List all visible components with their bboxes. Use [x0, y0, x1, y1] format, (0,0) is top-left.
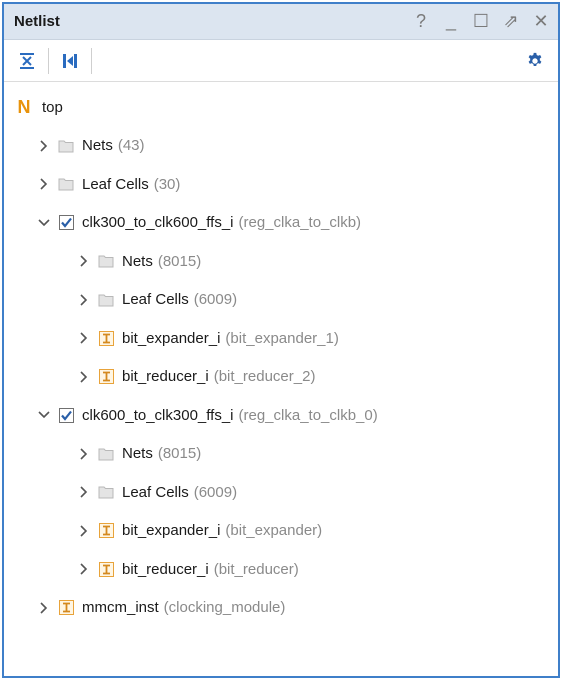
panel-title: Netlist [14, 13, 60, 30]
tree-item-label: clk600_to_clk300_ffs_i [82, 406, 234, 424]
tree-item[interactable]: clk300_to_clk600_ffs_i (reg_clka_to_clkb) [4, 204, 558, 243]
netlist-toolbar [4, 40, 558, 82]
tree-item-label: bit_expander_i [122, 329, 221, 347]
chevron-right-icon[interactable] [36, 600, 52, 616]
tree-item-detail: (bit_expander_1) [225, 329, 339, 347]
module-icon [98, 330, 114, 346]
module-icon [58, 600, 74, 616]
tree-item-label: Nets [122, 252, 153, 270]
tree-item[interactable]: mmcm_inst (clocking_module) [4, 589, 558, 628]
tree-item-label: Leaf Cells [122, 483, 189, 501]
folder-icon [98, 484, 114, 500]
tree-item-label: bit_reducer_i [122, 368, 209, 386]
tree-item[interactable]: bit_reducer_i (bit_reducer_2) [4, 358, 558, 397]
folder-icon [98, 253, 114, 269]
tree-item[interactable]: Leaf Cells (30) [4, 165, 558, 204]
folder-icon [58, 138, 74, 154]
top-module-icon: N [17, 96, 31, 117]
chevron-right-icon[interactable] [36, 176, 52, 192]
tree-item-detail: (43) [117, 137, 145, 155]
tree-item-label: Nets [122, 445, 153, 463]
collapse-all-icon [20, 52, 34, 69]
tree-item[interactable]: Nets (43) [4, 127, 558, 166]
chevron-right-icon[interactable] [76, 561, 92, 577]
tree-item-detail: (6009) [193, 291, 238, 309]
settings-button[interactable] [522, 48, 548, 74]
close-icon[interactable]: ✕ [532, 11, 550, 32]
folder-icon [98, 292, 114, 308]
tree-item-label: top [42, 98, 63, 116]
toolbar-separator [48, 47, 49, 74]
toolbar-separator [91, 47, 92, 74]
chevron-down-icon[interactable] [36, 215, 52, 231]
tree-item-detail: (6009) [193, 483, 238, 501]
chevron-right-icon[interactable] [76, 292, 92, 308]
help-icon[interactable]: ? [412, 11, 430, 32]
collapse-all-button[interactable] [14, 48, 40, 74]
tree-item[interactable]: bit_reducer_i (bit_reducer) [4, 550, 558, 589]
chevron-right-icon[interactable] [76, 330, 92, 346]
tree-item-label: Leaf Cells [82, 175, 149, 193]
tree-item[interactable]: clk600_to_clk300_ffs_i (reg_clka_to_clkb_… [4, 396, 558, 435]
folder-icon [58, 176, 74, 192]
tree-item-detail: (bit_reducer) [213, 560, 299, 578]
tree-item-detail: (clocking_module) [163, 599, 286, 617]
module-icon [98, 369, 114, 385]
chevron-right-icon[interactable] [76, 484, 92, 500]
chevron-down-icon[interactable] [36, 407, 52, 423]
window-controls: ? _ ☐ ⇗ ✕ [412, 11, 550, 32]
chevron-right-icon[interactable] [76, 523, 92, 539]
tree-item[interactable]: Nets (8015) [4, 242, 558, 281]
panel-titlebar: Netlist ? _ ☐ ⇗ ✕ [4, 4, 558, 40]
tree-item-detail: (bit_reducer_2) [213, 368, 316, 386]
chevron-right-icon[interactable] [36, 138, 52, 154]
tree-item[interactable]: Leaf Cells (6009) [4, 281, 558, 320]
tree-item-label: clk300_to_clk600_ffs_i [82, 214, 234, 232]
netlist-panel: Netlist ? _ ☐ ⇗ ✕ N top Nets (43) Leaf C… [2, 2, 560, 678]
tree-item[interactable]: bit_expander_i (bit_expander) [4, 512, 558, 551]
netlist-tree: N top Nets (43) Leaf Cells (30) clk300_to_cl… [4, 82, 558, 627]
tree-item-label: Leaf Cells [122, 291, 189, 309]
tree-item[interactable]: Leaf Cells (6009) [4, 473, 558, 512]
maximize-icon[interactable]: ☐ [472, 11, 490, 32]
tree-item-detail: (8015) [157, 252, 202, 270]
tree-item-detail: (8015) [157, 445, 202, 463]
tree-item[interactable]: Nets (8015) [4, 435, 558, 474]
tree-root-top[interactable]: N top [4, 88, 558, 127]
tree-item-detail: (30) [153, 175, 181, 193]
folder-icon [98, 446, 114, 462]
chevron-right-icon[interactable] [76, 369, 92, 385]
tree-item-detail: (bit_expander) [225, 522, 323, 540]
tree-item-label: bit_expander_i [122, 522, 221, 540]
tree-item-label: mmcm_inst [82, 599, 159, 617]
checkbox-icon[interactable] [58, 215, 74, 231]
module-icon [98, 561, 114, 577]
module-icon [98, 523, 114, 539]
checkbox-icon[interactable] [58, 407, 74, 423]
expand-all-button[interactable] [57, 48, 83, 74]
tree-item[interactable]: bit_expander_i (bit_expander_1) [4, 319, 558, 358]
float-icon[interactable]: ⇗ [502, 11, 520, 32]
chevron-right-icon[interactable] [76, 446, 92, 462]
tree-item-detail: (reg_clka_to_clkb_0) [238, 406, 378, 424]
tree-item-label: bit_reducer_i [122, 560, 209, 578]
chevron-right-icon[interactable] [76, 253, 92, 269]
tree-item-label: Nets [82, 137, 113, 155]
gear-icon [528, 52, 542, 66]
minimize-icon[interactable]: _ [442, 11, 460, 32]
expand-all-icon [63, 53, 77, 68]
tree-item-detail: (reg_clka_to_clkb) [238, 214, 362, 232]
